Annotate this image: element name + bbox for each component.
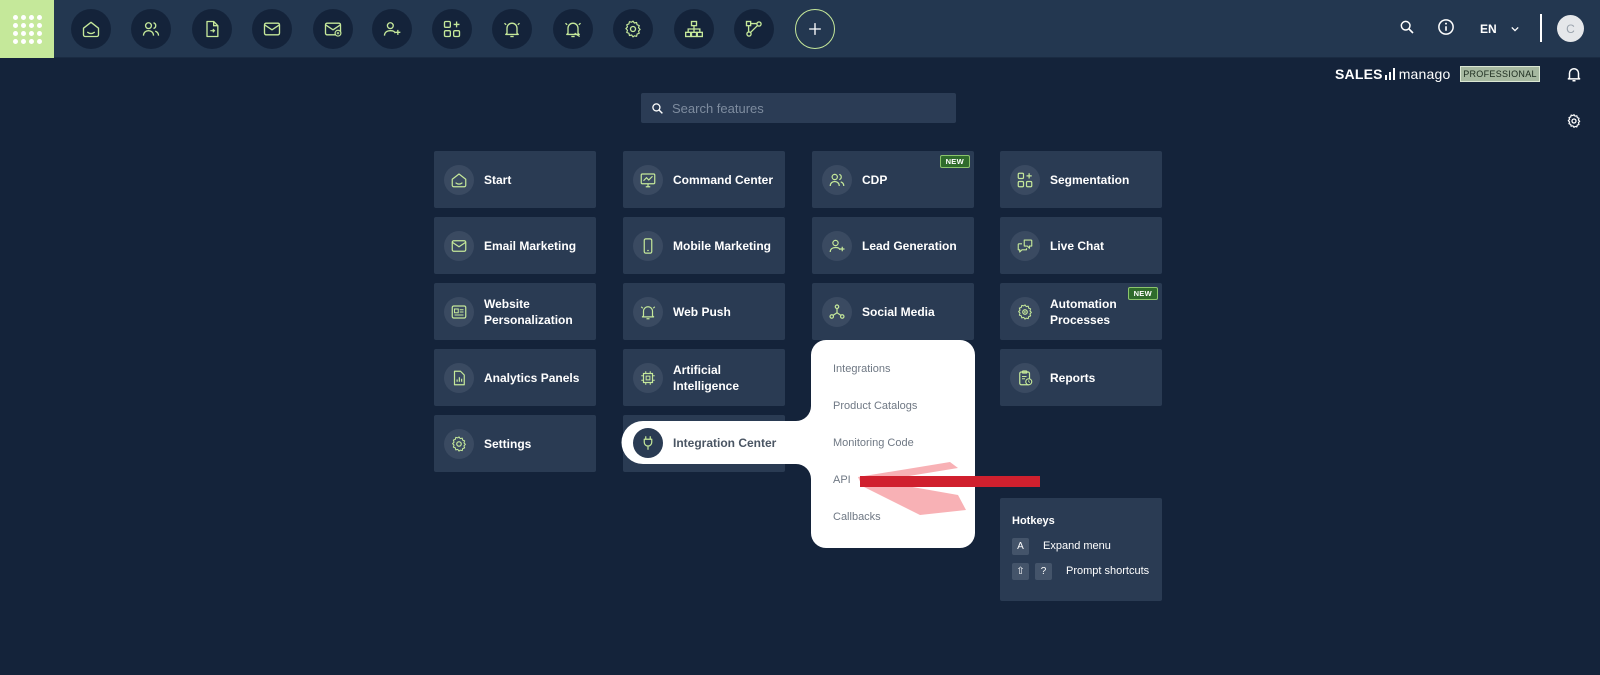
hotkeys-panel: Hotkeys A Expand menu ⇧ ? Prompt shortcu… [1000,498,1162,601]
hotkey-prompt-shortcuts: Prompt shortcuts [1066,565,1150,577]
submenu-callbacks[interactable]: Callbacks [833,511,881,523]
hotkey-expand-menu: Expand menu [1043,540,1111,552]
key-a: A [1012,538,1029,555]
submenu-monitoring-code[interactable]: Monitoring Code [833,437,914,449]
plug-icon [643,435,653,451]
integration-submenu-panel [621,340,975,548]
integration-center-label[interactable]: Integration Center [673,436,776,450]
hotkeys-title: Hotkeys [1012,515,1055,527]
integration-center-button[interactable] [633,428,663,458]
submenu-integrations[interactable]: Integrations [833,363,890,375]
submenu-api[interactable]: API [833,474,851,486]
submenu-product-catalogs[interactable]: Product Catalogs [833,400,917,412]
key-shift: ⇧ [1012,563,1029,580]
key-question: ? [1035,563,1052,580]
